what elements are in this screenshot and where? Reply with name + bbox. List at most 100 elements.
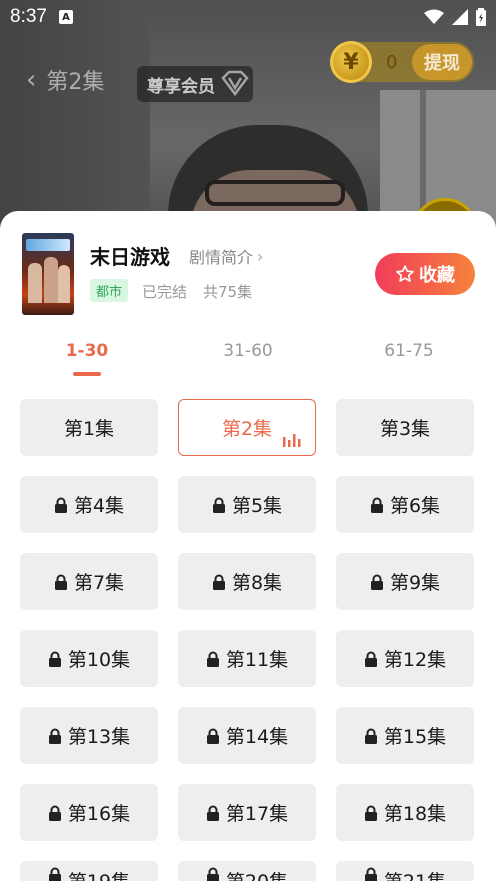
episode-label: 第19集 (68, 867, 130, 881)
now-playing-icon (283, 434, 301, 447)
episode-button[interactable]: 第8集 (178, 553, 316, 610)
back-button[interactable]: ‹ 第2集 (26, 64, 104, 96)
lock-icon (206, 728, 219, 744)
episode-button[interactable]: 第7集 (20, 553, 158, 610)
lock-icon (364, 805, 377, 821)
notification-a-icon: A (58, 10, 73, 24)
drama-header: 末日游戏 剧情简介 › 都市 已完结 共75集 收藏 (22, 233, 475, 315)
episode-label: 第4集 (73, 495, 125, 517)
episode-label: 第8集 (231, 572, 283, 594)
drama-cover-image[interactable] (22, 233, 74, 315)
episode-label: 第20集 (226, 867, 288, 881)
lock-icon (364, 867, 377, 881)
drama-status: 已完结 (142, 283, 188, 301)
withdraw-button[interactable]: 提现 (412, 44, 472, 80)
tab-range-1-30[interactable]: 1-30 (27, 341, 147, 361)
episode-button[interactable]: 第19集 (20, 861, 158, 881)
episode-label: 第14集 (225, 726, 289, 748)
cover-title-art (26, 239, 70, 251)
status-time: 8:37 (10, 6, 47, 27)
coin-icon: ¥ (330, 41, 372, 83)
lock-icon (212, 574, 225, 590)
lock-icon (54, 497, 67, 513)
episode-button[interactable]: 第6集 (336, 476, 474, 533)
episode-range-tabs: 1-30 31-60 61-75 (0, 335, 496, 379)
lock-icon (370, 497, 383, 513)
episode-label: 第10集 (67, 649, 131, 671)
lock-icon (364, 728, 377, 744)
battery-icon (476, 8, 486, 26)
episode-button[interactable]: 第9集 (336, 553, 474, 610)
episode-label: 第18集 (383, 803, 447, 825)
collect-label: 收藏 (419, 265, 455, 286)
vip-label: 尊享会员 (147, 76, 215, 97)
status-icons (424, 8, 486, 26)
coin-balance[interactable]: ¥ 0 提现 (330, 41, 474, 83)
tab-range-31-60[interactable]: 31-60 (188, 341, 308, 361)
lock-icon (48, 728, 61, 744)
episode-button[interactable]: 第1集 (20, 399, 158, 456)
signal-icon (452, 9, 468, 25)
diamond-icon (221, 70, 249, 97)
episode-label: 第17集 (225, 803, 289, 825)
episode-button[interactable]: 第5集 (178, 476, 316, 533)
episode-button[interactable]: 第17集 (178, 784, 316, 841)
cover-figure (28, 263, 42, 303)
status-bar: 8:37 A (0, 0, 496, 34)
episode-label: 第13集 (67, 726, 131, 748)
episode-button[interactable]: 第10集 (20, 630, 158, 687)
cover-figure (44, 257, 58, 303)
episode-button[interactable]: 第18集 (336, 784, 474, 841)
drama-title: 末日游戏 (90, 245, 170, 269)
episode-label: 第12集 (383, 649, 447, 671)
episode-button[interactable]: 第12集 (336, 630, 474, 687)
episode-label: 第15集 (383, 726, 447, 748)
episode-button[interactable]: 第20集 (178, 861, 316, 881)
lock-icon (206, 867, 219, 881)
cover-figure (58, 265, 70, 303)
chevron-left-icon: ‹ (26, 65, 37, 95)
vip-membership-button[interactable]: 尊享会员 (137, 66, 253, 102)
active-tab-indicator (73, 372, 101, 376)
episode-label: 第11集 (225, 649, 289, 671)
lock-icon (48, 867, 61, 881)
video-player[interactable] (0, 0, 496, 240)
episode-button[interactable]: 第2集 (178, 399, 316, 456)
episode-label: 第3集 (379, 418, 431, 440)
episode-button[interactable]: 第11集 (178, 630, 316, 687)
lock-icon (206, 805, 219, 821)
wifi-icon (424, 9, 444, 24)
lock-icon (54, 574, 67, 590)
synopsis-label: 剧情简介 (189, 248, 254, 267)
video-dim-overlay (0, 0, 496, 240)
episode-button[interactable]: 第3集 (336, 399, 474, 456)
lock-icon (206, 651, 219, 667)
episode-grid: 第1集 第2集 第3集第4集 第5集 第6集第7集 第8集 第9集第10集 第11集 第12集第… (20, 399, 476, 881)
episode-button[interactable]: 第16集 (20, 784, 158, 841)
episode-button[interactable]: 第4集 (20, 476, 158, 533)
tab-range-61-75[interactable]: 61-75 (349, 341, 469, 361)
episode-label: 第16集 (67, 803, 131, 825)
coin-count: 0 (386, 51, 398, 73)
episode-label: 第1集 (63, 418, 115, 440)
episode-label: 第7集 (73, 572, 125, 594)
episode-button[interactable]: 第21集 (336, 861, 474, 881)
lock-icon (370, 574, 383, 590)
lock-icon (364, 651, 377, 667)
episode-button[interactable]: 第15集 (336, 707, 474, 764)
episode-label: 第21集 (384, 867, 446, 881)
lock-icon (212, 497, 225, 513)
episode-label: 第9集 (389, 572, 441, 594)
chevron-right-icon: › (257, 246, 264, 266)
current-episode-title: 第2集 (46, 70, 105, 95)
episode-label: 第5集 (231, 495, 283, 517)
lock-icon (48, 651, 61, 667)
episode-label: 第2集 (221, 418, 273, 440)
episode-sheet: 末日游戏 剧情简介 › 都市 已完结 共75集 收藏 1-30 31-60 61… (0, 211, 496, 881)
episode-total: 共75集 (203, 283, 253, 301)
star-icon (396, 265, 414, 282)
episode-button[interactable]: 第14集 (178, 707, 316, 764)
episode-button[interactable]: 第13集 (20, 707, 158, 764)
collect-button[interactable]: 收藏 (375, 253, 475, 295)
synopsis-link[interactable]: 剧情简介 › (189, 244, 263, 268)
